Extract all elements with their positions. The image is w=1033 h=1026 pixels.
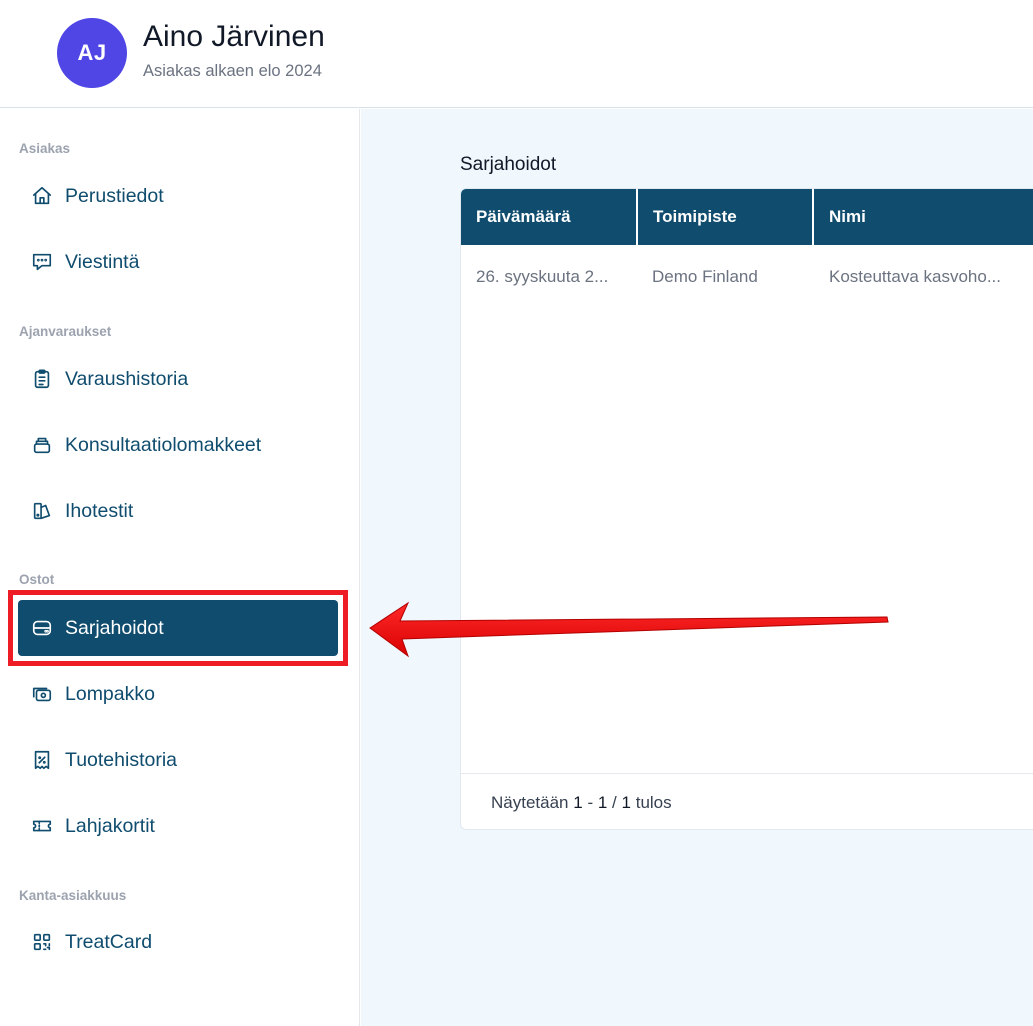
- footer-suffix: tulos: [635, 792, 672, 812]
- customer-header: AJ Aino Järvinen Asiakas alkaen elo 2024: [0, 0, 1033, 108]
- footer-slash: /: [612, 792, 617, 812]
- sidebar-item-label: Perustiedot: [65, 184, 164, 207]
- cell-date: 26. syyskuuta 2...: [476, 267, 609, 286]
- server-icon: [30, 616, 54, 640]
- customer-name: Aino Järvinen: [143, 20, 325, 53]
- sidebar-item-label: TreatCard: [65, 930, 153, 953]
- footer-from: 1: [573, 792, 583, 812]
- sidebar-item-label: Konsultaatiolomakkeet: [65, 433, 262, 456]
- sidebar-item-konsultaatiolomakkeet[interactable]: Konsultaatiolomakkeet: [18, 417, 338, 473]
- cell-location: Demo Finland: [652, 267, 758, 286]
- footer-to: 1: [597, 792, 608, 812]
- clipboard-icon: [30, 367, 54, 391]
- series-treatments-table: Päivämäärä Toimipiste Nimi 26. syyskuuta…: [460, 188, 1033, 830]
- money-icon: [30, 682, 54, 706]
- sidebar-item-label: Lompakko: [65, 682, 155, 705]
- sidebar-item-lompakko[interactable]: Lompakko: [18, 666, 338, 722]
- sidebar-item-ihotestit[interactable]: Ihotestit: [18, 483, 338, 539]
- avatar: AJ: [57, 18, 127, 88]
- sidebar-item-label: Viestintä: [65, 250, 140, 273]
- section-title-ajanvaraukset: Ajanvaraukset: [19, 324, 112, 339]
- main-content: Sarjahoidot Päivämäärä Toimipiste Nimi 2…: [361, 109, 1033, 1026]
- column-header-location[interactable]: Toimipiste: [636, 189, 812, 245]
- sidebar-item-label: Sarjahoidot: [65, 616, 164, 639]
- sidebar-item-viestinta[interactable]: Viestintä: [18, 234, 338, 290]
- sidebar-item-label: Varaushistoria: [65, 367, 189, 390]
- footer-dash: -: [587, 792, 594, 812]
- table-header: Päivämäärä Toimipiste Nimi: [461, 189, 1033, 245]
- sidebar-item-tuotehistoria[interactable]: Tuotehistoria: [18, 732, 338, 788]
- sidebar-item-treatcard[interactable]: TreatCard: [18, 914, 338, 970]
- palette-icon: [30, 499, 54, 523]
- customer-since: Asiakas alkaen elo 2024: [143, 62, 322, 80]
- section-title-ostot: Ostot: [19, 572, 55, 587]
- column-header-name[interactable]: Nimi: [812, 189, 1033, 245]
- stack-icon: [30, 433, 54, 457]
- table-footer: Näytetään 1 - 1 / 1 tulos: [461, 773, 1033, 829]
- section-title-kanta-asiakkuus: Kanta-asiakkuus: [19, 888, 127, 903]
- footer-total: 1: [621, 792, 631, 812]
- sidebar-item-lahjakortit[interactable]: Lahjakortit: [18, 798, 338, 854]
- sidebar: Asiakas Perustiedot Viestintä Ajanvarauk…: [0, 109, 360, 1026]
- cell-name: Kosteuttava kasvoho...: [829, 267, 1001, 286]
- sidebar-item-perustiedot[interactable]: Perustiedot: [18, 168, 338, 224]
- sidebar-item-varaushistoria[interactable]: Varaushistoria: [18, 351, 338, 407]
- sidebar-item-label: Tuotehistoria: [65, 748, 178, 771]
- home-icon: [30, 184, 54, 208]
- sidebar-item-label: Ihotestit: [65, 499, 134, 522]
- sidebar-item-sarjahoidot[interactable]: Sarjahoidot: [18, 600, 338, 656]
- sidebar-item-label: Lahjakortit: [65, 814, 155, 837]
- footer-prefix: Näytetään: [491, 792, 569, 812]
- section-title-asiakas: Asiakas: [19, 141, 71, 156]
- qr-code-icon: [30, 930, 54, 954]
- column-header-date[interactable]: Päivämäärä: [461, 189, 636, 245]
- receipt-icon: [30, 748, 54, 772]
- page-title: Sarjahoidot: [460, 154, 557, 175]
- ticket-icon: [30, 814, 54, 838]
- message-icon: [30, 250, 54, 274]
